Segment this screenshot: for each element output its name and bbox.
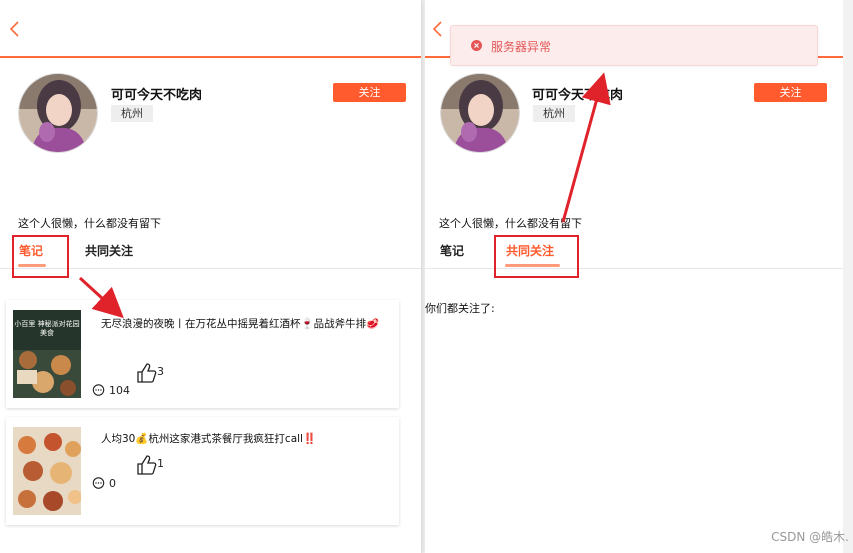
arrow-to-toast xyxy=(561,72,611,223)
annotation-arrows xyxy=(78,72,611,319)
arrow-to-note xyxy=(78,276,124,319)
watermark: CSDN @皓木. xyxy=(771,530,849,544)
